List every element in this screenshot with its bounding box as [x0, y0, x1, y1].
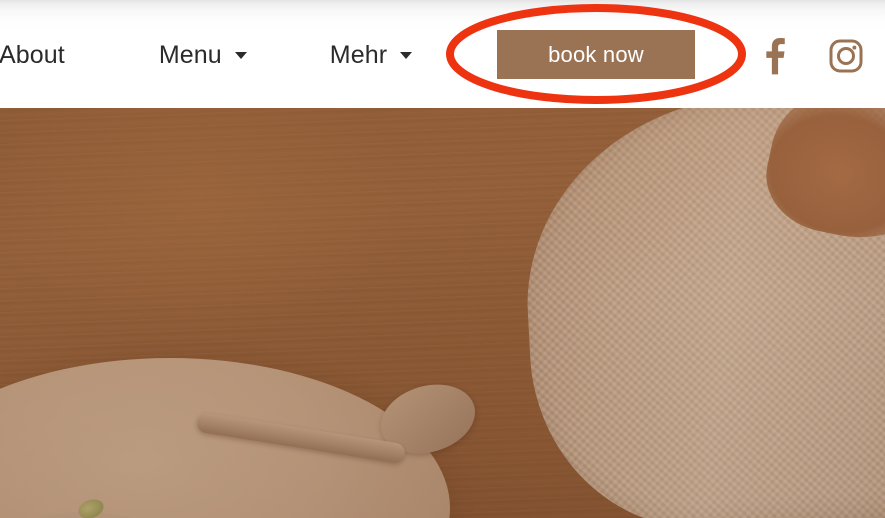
hero-section: ndo Café	[0, 108, 885, 518]
instagram-icon[interactable]	[828, 38, 864, 74]
hero-background-image	[0, 108, 885, 518]
nav-item-mehr-label: Mehr	[329, 40, 388, 69]
site-header: About Menu Mehr book now	[0, 0, 885, 108]
facebook-icon[interactable]	[756, 36, 790, 76]
plate-shape	[0, 358, 450, 518]
nav-item-about-label: About	[0, 40, 65, 69]
book-now-button[interactable]: book now	[497, 30, 695, 79]
nav-item-about[interactable]: About	[0, 41, 65, 70]
book-now-button-label: book now	[548, 41, 644, 67]
chevron-down-icon	[400, 51, 413, 59]
chevron-down-icon	[234, 51, 247, 59]
primary-navigation: About Menu Mehr	[0, 32, 413, 78]
nav-item-menu[interactable]: Menu	[159, 41, 247, 70]
browser-viewport: About Menu Mehr book now	[0, 0, 885, 518]
nav-item-menu-label: Menu	[158, 40, 222, 69]
nav-item-mehr[interactable]: Mehr	[329, 40, 413, 70]
